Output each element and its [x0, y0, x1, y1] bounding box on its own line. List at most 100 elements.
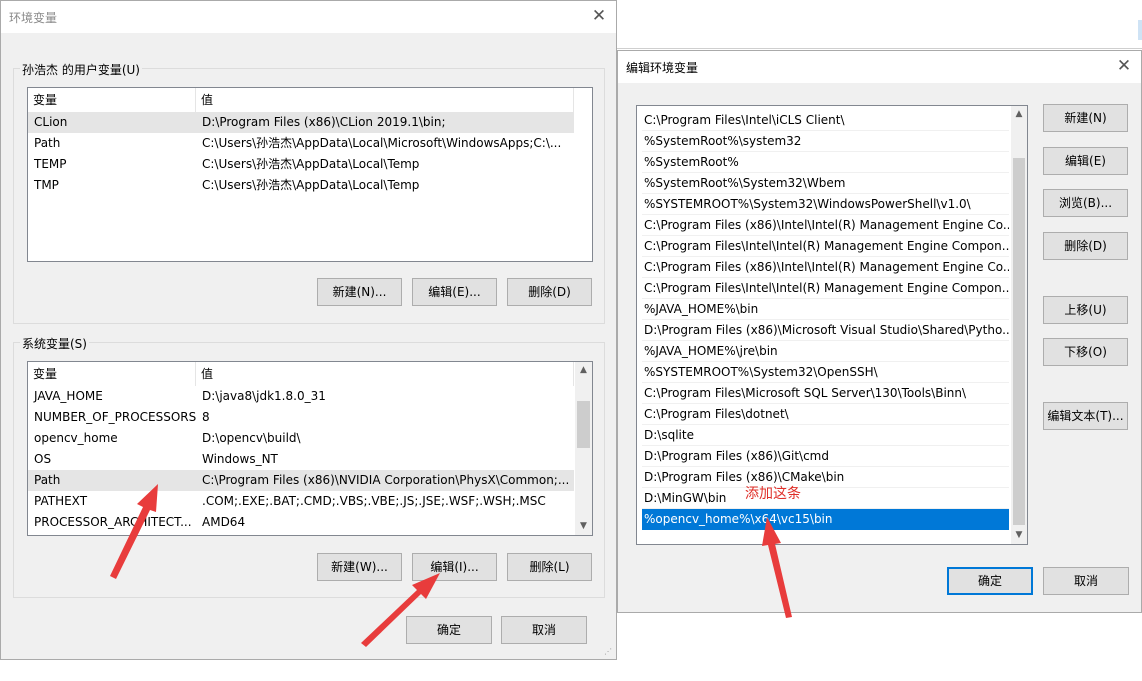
- path-entry[interactable]: %SystemRoot%\system32: [642, 131, 1009, 152]
- var-name: TEMP: [34, 157, 67, 171]
- path-entry[interactable]: D:\Program Files (x86)\Microsoft Visual …: [642, 320, 1009, 341]
- path-entry[interactable]: %SystemRoot%\System32\Wbem: [642, 173, 1009, 194]
- user-delete-button[interactable]: 删除(D): [507, 278, 592, 306]
- resize-grip-icon[interactable]: ⋰: [604, 648, 612, 656]
- background-window-edge-line: [1138, 20, 1142, 40]
- path-entry[interactable]: D:\Program Files (x86)\Git\cmd: [642, 446, 1009, 467]
- column-header-variable[interactable]: 变量: [28, 88, 196, 112]
- path-entry[interactable]: %SystemRoot%: [642, 152, 1009, 173]
- env-vars-titlebar: 环境变量 ✕: [1, 1, 616, 33]
- close-icon[interactable]: ✕: [582, 1, 616, 33]
- table-row[interactable]: PROCESSOR_ARCHITECT... AMD64: [28, 512, 574, 533]
- table-row[interactable]: OS Windows_NT: [28, 449, 574, 470]
- path-entries-list[interactable]: C:\Program Files\Intel\iCLS Client\ %Syst…: [636, 105, 1028, 545]
- move-up-button[interactable]: 上移(U): [1043, 296, 1128, 324]
- var-value: D:\java8\jdk1.8.0_31: [202, 389, 326, 403]
- path-entry[interactable]: D:\Program Files (x86)\CMake\bin: [642, 467, 1009, 488]
- close-icon[interactable]: ✕: [1107, 51, 1141, 83]
- path-entry[interactable]: D:\MinGW\bin: [642, 488, 1009, 509]
- user-vars-header: 变量 值: [28, 88, 574, 112]
- scroll-up-icon[interactable]: ▲: [1011, 106, 1027, 123]
- column-header-value[interactable]: 值: [196, 362, 574, 386]
- system-edit-button[interactable]: 编辑(I)...: [412, 553, 497, 581]
- var-value: .COM;.EXE;.BAT;.CMD;.VBS;.VBE;.JS;.JSE;.…: [202, 494, 546, 508]
- path-entry[interactable]: %JAVA_HOME%\jre\bin: [642, 341, 1009, 362]
- path-entry[interactable]: C:\Program Files\Intel\iCLS Client\: [642, 110, 1009, 131]
- var-name: Path: [34, 136, 61, 150]
- delete-entry-button[interactable]: 删除(D): [1043, 232, 1128, 260]
- env-vars-title: 环境变量: [9, 11, 58, 25]
- column-header-value[interactable]: 值: [196, 88, 574, 112]
- system-delete-button[interactable]: 删除(L): [507, 553, 592, 581]
- path-entry[interactable]: %SYSTEMROOT%\System32\WindowsPowerShell\…: [642, 194, 1009, 215]
- env-vars-dialog: 环境变量 ✕ 孙浩杰 的用户变量(U) 变量 值 CLion D:\Progra…: [0, 0, 617, 660]
- edit-env-var-dialog: 编辑环境变量 ✕ C:\Program Files\Intel\iCLS Cli…: [617, 50, 1142, 613]
- user-new-button[interactable]: 新建(N)...: [317, 278, 402, 306]
- ok-button[interactable]: 确定: [406, 616, 492, 644]
- var-value: D:\opencv\build\: [202, 431, 301, 445]
- annotation-text: 添加这条: [745, 486, 801, 502]
- var-value: Windows_NT: [202, 452, 278, 466]
- var-name: PROCESSOR_ARCHITECT...: [34, 515, 192, 529]
- table-row[interactable]: Path C:\Users\孙浩杰\AppData\Local\Microsof…: [28, 133, 574, 154]
- new-entry-button[interactable]: 新建(N): [1043, 104, 1128, 132]
- table-row[interactable]: CLion D:\Program Files (x86)\CLion 2019.…: [28, 112, 574, 133]
- path-entry[interactable]: %SYSTEMROOT%\System32\OpenSSH\: [642, 362, 1009, 383]
- move-down-button[interactable]: 下移(O): [1043, 338, 1128, 366]
- system-new-button[interactable]: 新建(W)...: [317, 553, 402, 581]
- path-entry[interactable]: C:\Program Files\Microsoft SQL Server\13…: [642, 383, 1009, 404]
- scroll-down-icon[interactable]: ▼: [1011, 527, 1027, 544]
- system-vars-group-label: 系统变量(S): [20, 335, 89, 352]
- path-entry[interactable]: C:\Program Files\dotnet\: [642, 404, 1009, 425]
- var-name: opencv_home: [34, 431, 118, 445]
- var-value: C:\Users\孙浩杰\AppData\Local\Temp: [202, 157, 420, 171]
- system-vars-header: 变量 值: [28, 362, 574, 386]
- system-vars-scrollbar[interactable]: ▲ ▼: [575, 362, 592, 535]
- scroll-down-icon[interactable]: ▼: [575, 518, 592, 535]
- var-name: CLion: [34, 115, 68, 129]
- path-entry[interactable]: %JAVA_HOME%\bin: [642, 299, 1009, 320]
- scroll-up-icon[interactable]: ▲: [575, 362, 592, 379]
- scroll-thumb[interactable]: [577, 401, 590, 448]
- table-row[interactable]: TEMP C:\Users\孙浩杰\AppData\Local\Temp: [28, 154, 574, 175]
- cancel-button[interactable]: 取消: [501, 616, 587, 644]
- var-name: TMP: [34, 178, 59, 192]
- var-value: 8: [202, 410, 210, 424]
- table-row[interactable]: opencv_home D:\opencv\build\: [28, 428, 574, 449]
- var-value: C:\Program Files (x86)\NVIDIA Corporatio…: [202, 473, 570, 487]
- var-value: D:\Program Files (x86)\CLion 2019.1\bin;: [202, 115, 446, 129]
- table-row[interactable]: NUMBER_OF_PROCESSORS 8: [28, 407, 574, 428]
- scroll-thumb[interactable]: [1013, 158, 1025, 525]
- var-value: C:\Users\孙浩杰\AppData\Local\Temp: [202, 178, 420, 192]
- var-name: PATHEXT: [34, 494, 88, 508]
- user-edit-button[interactable]: 编辑(E)...: [412, 278, 497, 306]
- table-row[interactable]: TMP C:\Users\孙浩杰\AppData\Local\Temp: [28, 175, 574, 196]
- path-entry[interactable]: C:\Program Files (x86)\Intel\Intel(R) Ma…: [642, 215, 1009, 236]
- path-entry[interactable]: C:\Program Files (x86)\Intel\Intel(R) Ma…: [642, 257, 1009, 278]
- table-row[interactable]: Path C:\Program Files (x86)\NVIDIA Corpo…: [28, 470, 574, 491]
- path-entry[interactable]: C:\Program Files\Intel\Intel(R) Manageme…: [642, 278, 1009, 299]
- path-list-scrollbar[interactable]: ▲ ▼: [1011, 106, 1027, 544]
- cancel-button[interactable]: 取消: [1043, 567, 1129, 595]
- var-name: OS: [34, 452, 52, 466]
- browse-button[interactable]: 浏览(B)...: [1043, 189, 1128, 217]
- background-window-edge: [617, 0, 1142, 49]
- var-name: Path: [34, 473, 61, 487]
- path-entry[interactable]: D:\sqlite: [642, 425, 1009, 446]
- edit-entry-button[interactable]: 编辑(E): [1043, 147, 1128, 175]
- var-value: C:\Users\孙浩杰\AppData\Local\Microsoft\Win…: [202, 136, 562, 150]
- ok-button[interactable]: 确定: [947, 567, 1033, 595]
- table-row[interactable]: JAVA_HOME D:\java8\jdk1.8.0_31: [28, 386, 574, 407]
- table-row[interactable]: PATHEXT .COM;.EXE;.BAT;.CMD;.VBS;.VBE;.J…: [28, 491, 574, 512]
- var-name: JAVA_HOME: [34, 389, 103, 403]
- user-vars-list[interactable]: 变量 值 CLion D:\Program Files (x86)\CLion …: [27, 87, 593, 262]
- edit-env-var-title: 编辑环境变量: [626, 61, 699, 75]
- system-vars-list[interactable]: 变量 值 JAVA_HOME D:\java8\jdk1.8.0_31 NUMB…: [27, 361, 593, 536]
- column-header-variable[interactable]: 变量: [28, 362, 196, 386]
- var-name: NUMBER_OF_PROCESSORS: [34, 410, 196, 424]
- var-value: AMD64: [202, 515, 246, 529]
- edit-text-button[interactable]: 编辑文本(T)...: [1043, 402, 1128, 430]
- path-entry[interactable]: %opencv_home%\x64\vc15\bin: [642, 509, 1009, 530]
- edit-env-var-titlebar: 编辑环境变量 ✕: [618, 51, 1141, 83]
- path-entry[interactable]: C:\Program Files\Intel\Intel(R) Manageme…: [642, 236, 1009, 257]
